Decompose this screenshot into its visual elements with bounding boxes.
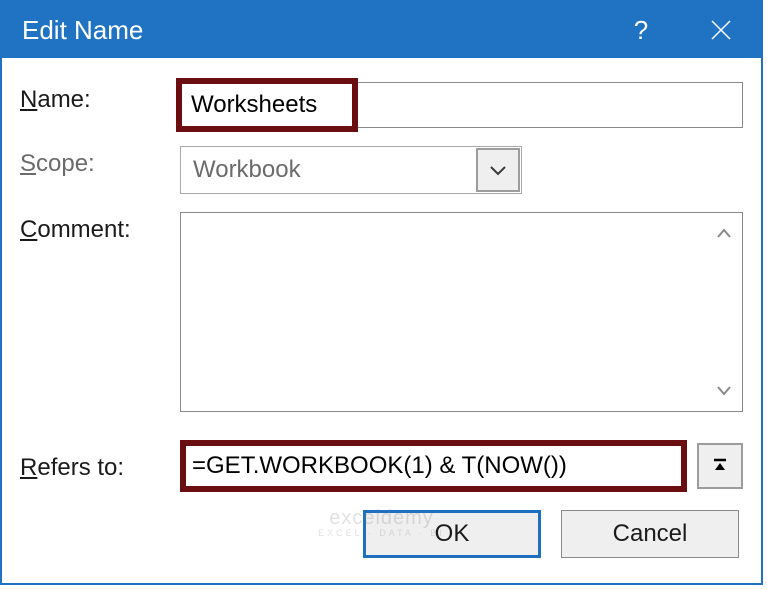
- close-button[interactable]: [681, 2, 761, 58]
- scope-select: Workbook: [180, 146, 522, 194]
- scope-label: Scope:: [20, 146, 180, 178]
- collapse-icon: [710, 456, 730, 476]
- refers-row: Refers to:: [20, 440, 743, 492]
- help-button[interactable]: ?: [601, 2, 681, 58]
- comment-textarea[interactable]: [180, 212, 743, 412]
- name-label: Name:: [20, 82, 180, 114]
- ok-button-label: OK: [435, 520, 470, 548]
- close-icon: [710, 19, 732, 41]
- refers-input-container: [180, 440, 743, 492]
- collapse-dialog-button[interactable]: [697, 443, 743, 489]
- titlebar: Edit Name ?: [2, 2, 761, 58]
- refers-label: Refers to:: [20, 450, 180, 482]
- scope-row: Scope: Workbook: [20, 146, 743, 194]
- name-row: Name:: [20, 82, 743, 128]
- scope-dropdown-button: [476, 148, 520, 192]
- comment-row: Comment:: [20, 212, 743, 412]
- scroll-down-icon[interactable]: [710, 377, 738, 405]
- dialog-content: Name: Scope: Workbook Comment:: [2, 58, 761, 574]
- name-input[interactable]: [180, 82, 743, 128]
- refers-highlight-box: [180, 440, 687, 492]
- cancel-button-label: Cancel: [613, 520, 688, 548]
- help-icon: ?: [634, 15, 648, 46]
- scope-value: Workbook: [181, 156, 475, 184]
- cancel-button[interactable]: Cancel: [561, 510, 739, 558]
- scroll-up-icon[interactable]: [710, 219, 738, 247]
- dialog-buttons: OK Cancel: [20, 510, 743, 558]
- refers-input[interactable]: [186, 446, 681, 486]
- chevron-down-icon: [489, 164, 507, 176]
- ok-button[interactable]: OK: [363, 510, 541, 558]
- comment-label: Comment:: [20, 212, 180, 244]
- dialog-window: Edit Name ? Name: Scope: Workbook: [0, 0, 763, 585]
- window-title: Edit Name: [22, 15, 601, 46]
- name-input-container: [180, 82, 743, 128]
